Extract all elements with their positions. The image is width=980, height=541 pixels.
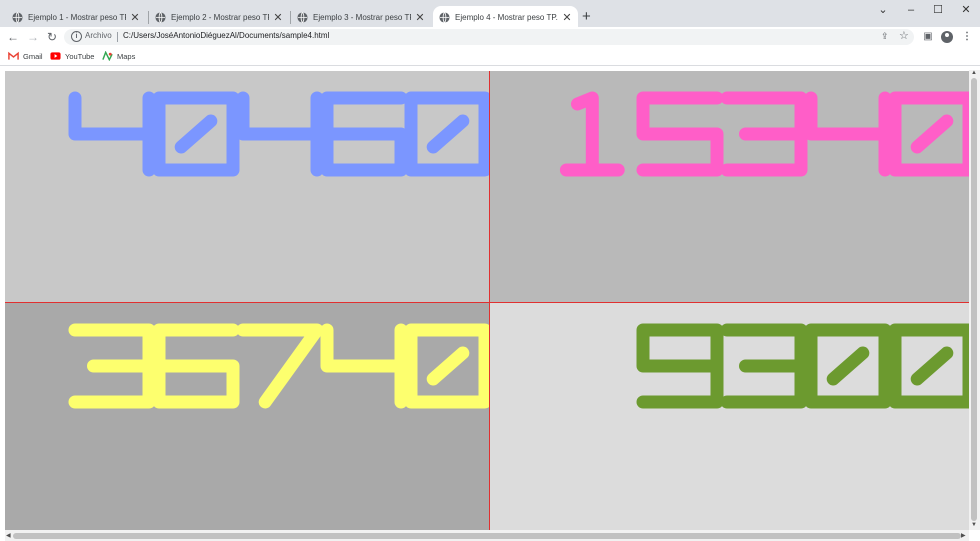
scroll-up-icon[interactable]: ▲ xyxy=(971,70,977,76)
panel-bottom-right xyxy=(490,303,969,530)
divider xyxy=(117,32,118,42)
panel-top-right xyxy=(490,71,969,302)
digit-zero-slash xyxy=(426,346,470,386)
toolbar: ← → ↻ i Archivo C:/Users/JoséAntonioDiég… xyxy=(0,27,980,47)
bookmark-label: Gmail xyxy=(23,51,43,61)
weight-display xyxy=(68,323,489,409)
menu-icon[interactable]: ⋮ xyxy=(960,27,974,47)
digit-3 xyxy=(68,323,156,409)
digit-zero-slash xyxy=(826,346,870,386)
forward-button[interactable]: → xyxy=(25,27,41,47)
digit-4 xyxy=(68,91,156,177)
maps-icon xyxy=(102,51,113,61)
digit-zero-slash xyxy=(910,346,954,386)
bookmark-maps[interactable]: Maps xyxy=(102,49,135,63)
star-icon[interactable]: ☆ xyxy=(899,29,909,42)
panel-bottom-left xyxy=(5,303,489,530)
tab-ejemplo-1[interactable]: Ejemplo 1 - Mostrar peso TP.NET ✕ xyxy=(6,6,146,28)
weight-display xyxy=(559,91,969,177)
digit-3 xyxy=(720,91,808,177)
maximize-button[interactable]: ☐ xyxy=(924,2,952,18)
digit-zero-slash xyxy=(910,114,954,154)
tab-search-button[interactable]: ⌄ xyxy=(869,2,897,18)
bookmark-label: YouTube xyxy=(65,51,95,61)
scroll-thumb[interactable] xyxy=(971,78,977,521)
new-tab-button[interactable]: + xyxy=(582,8,591,25)
scroll-left-icon[interactable]: ◀ xyxy=(6,532,11,539)
bookmark-gmail[interactable]: Gmail xyxy=(8,49,43,63)
digit-4 xyxy=(320,323,408,409)
close-icon[interactable]: ✕ xyxy=(415,11,425,24)
horizontal-divider xyxy=(5,302,969,303)
close-icon[interactable]: ✕ xyxy=(562,11,572,24)
info-icon[interactable]: i xyxy=(71,31,82,42)
tab-title: Ejemplo 1 - Mostrar peso TP.NET xyxy=(28,12,126,22)
weight-display xyxy=(68,91,489,177)
vertical-divider xyxy=(489,71,490,530)
side-panel-icon[interactable]: ▣ xyxy=(921,27,935,47)
digit-5 xyxy=(636,91,724,177)
digit-9 xyxy=(636,323,724,409)
avatar[interactable] xyxy=(941,31,953,43)
scroll-right-icon[interactable]: ▶ xyxy=(961,532,966,539)
back-button[interactable]: ← xyxy=(5,27,21,47)
tab-ejemplo-3[interactable]: Ejemplo 3 - Mostrar peso TP.NET ✕ xyxy=(291,6,431,28)
tab-ejemplo-2[interactable]: Ejemplo 2 - Mostrar peso TP.NET ✕ xyxy=(149,6,289,28)
digit-4 xyxy=(804,91,892,177)
vertical-scrollbar[interactable]: ▲ ▼ xyxy=(969,70,980,530)
reload-button[interactable]: ↻ xyxy=(44,27,60,47)
youtube-icon xyxy=(50,52,61,60)
globe-icon xyxy=(297,11,308,23)
weight-display xyxy=(636,323,969,409)
digit-zero-slash xyxy=(426,114,470,154)
tab-title: Ejemplo 2 - Mostrar peso TP.NET xyxy=(171,12,269,22)
minimize-button[interactable]: – xyxy=(897,2,925,18)
globe-icon xyxy=(155,11,166,23)
share-icon[interactable]: ⇪ xyxy=(881,31,889,42)
panel-top-left xyxy=(5,71,489,302)
tab-strip: Ejemplo 1 - Mostrar peso TP.NET ✕ Ejempl… xyxy=(0,0,980,30)
scroll-thumb[interactable] xyxy=(13,533,961,539)
digit-4 xyxy=(236,91,324,177)
globe-icon xyxy=(439,11,450,23)
bookmark-youtube[interactable]: YouTube xyxy=(50,49,94,63)
close-icon[interactable]: ✕ xyxy=(130,11,140,24)
digit-3 xyxy=(720,323,808,409)
tab-title: Ejemplo 4 - Mostrar peso TP.NET xyxy=(455,12,558,22)
close-window-button[interactable]: ✕ xyxy=(952,2,980,18)
digit-6 xyxy=(152,323,240,409)
bookmark-label: Maps xyxy=(117,51,136,61)
digit-7 xyxy=(236,323,324,409)
scroll-down-icon[interactable]: ▼ xyxy=(971,522,977,528)
bookmarks-bar: Gmail YouTube Maps xyxy=(0,47,980,66)
digit-1 xyxy=(559,91,625,177)
tab-ejemplo-4[interactable]: Ejemplo 4 - Mostrar peso TP.NET ✕ xyxy=(433,6,578,28)
digit-6 xyxy=(320,91,408,177)
address-bar[interactable]: i Archivo C:/Users/JoséAntonioDiéguezAl/… xyxy=(64,29,914,45)
tab-title: Ejemplo 3 - Mostrar peso TP.NET xyxy=(313,12,411,22)
close-icon[interactable]: ✕ xyxy=(273,11,283,24)
digit-zero-slash xyxy=(174,114,218,154)
globe-icon xyxy=(12,11,23,23)
gmail-icon xyxy=(8,51,19,60)
scheme-label: Archivo xyxy=(85,31,112,40)
url-text[interactable]: C:/Users/JoséAntonioDiéguezAl/Documents/… xyxy=(123,31,329,40)
horizontal-scrollbar[interactable]: ◀ ▶ xyxy=(5,530,969,541)
